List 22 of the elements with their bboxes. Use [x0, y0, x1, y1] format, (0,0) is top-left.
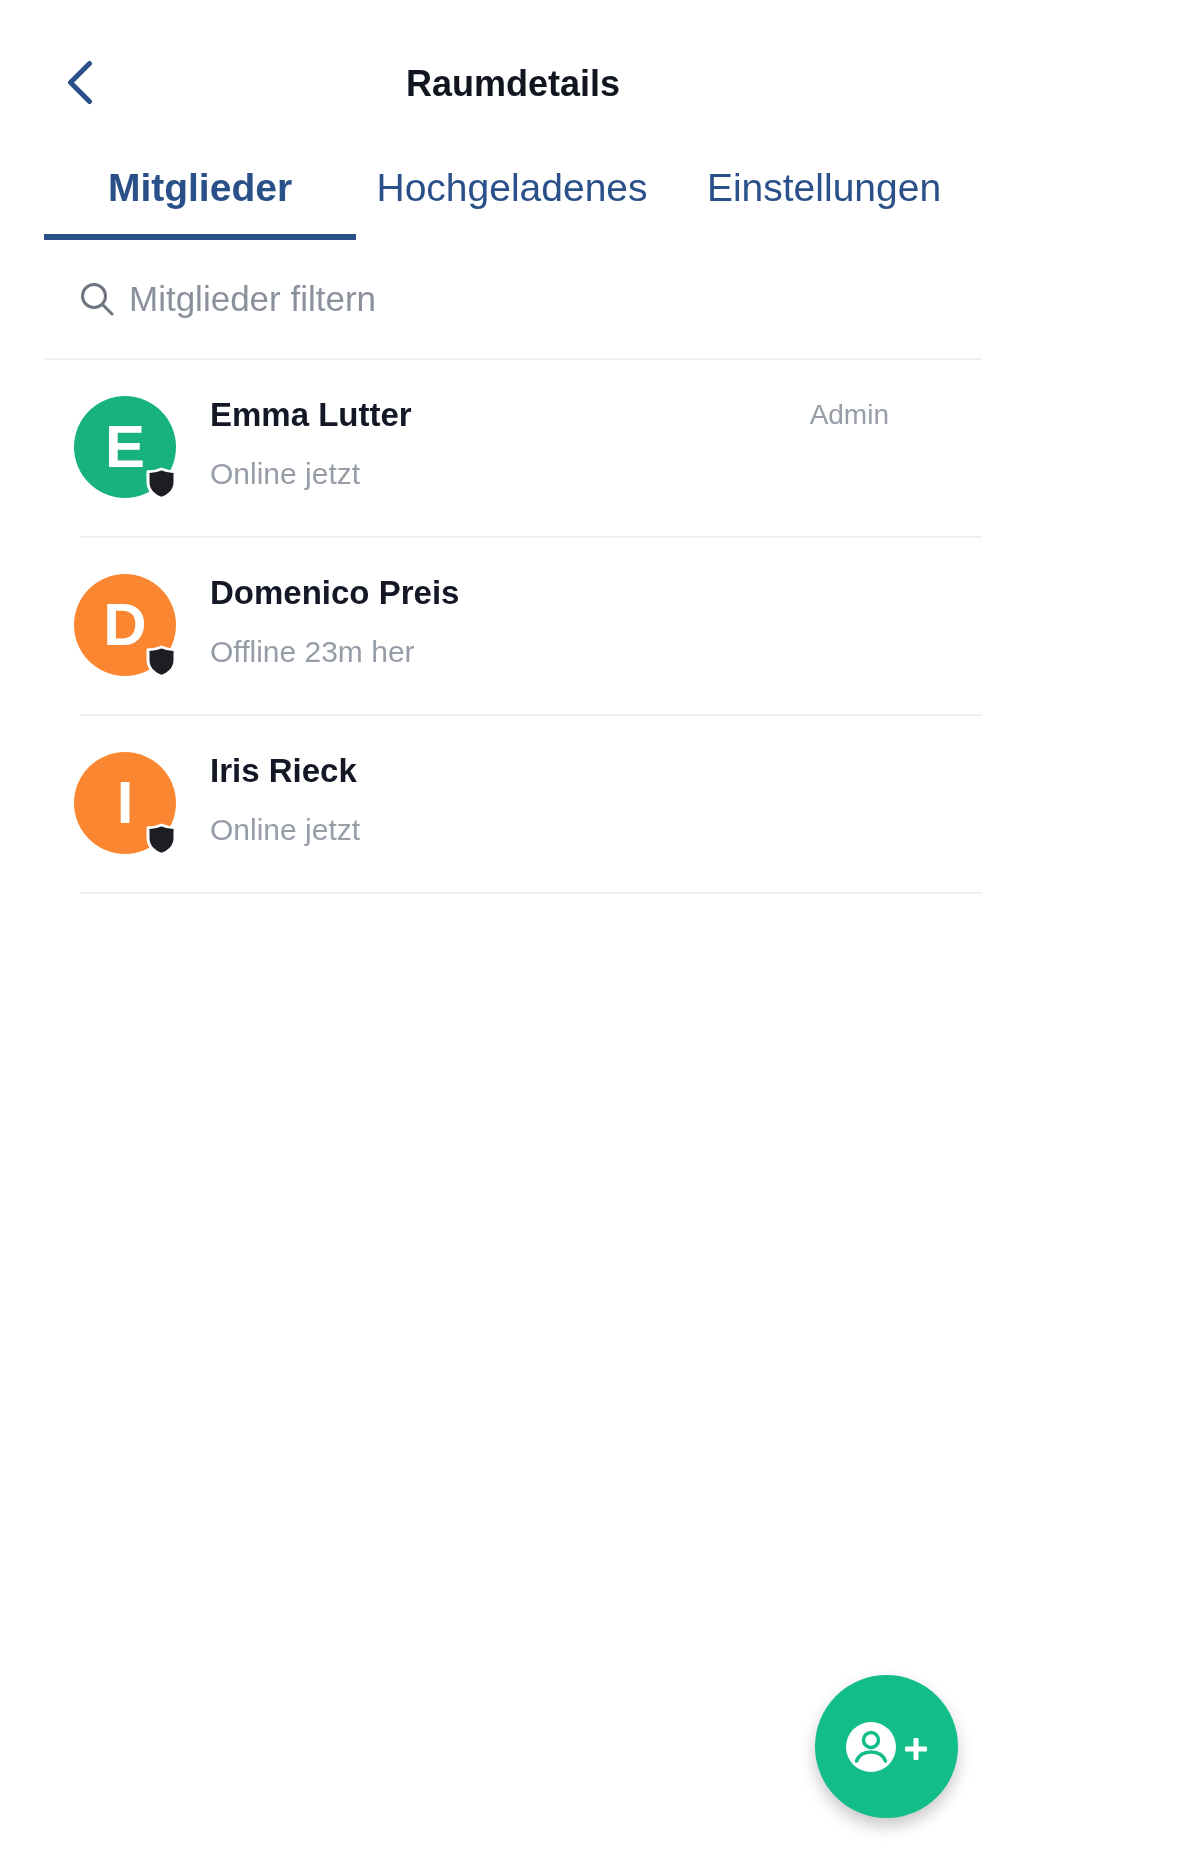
member-name: Iris Rieck — [210, 751, 357, 791]
avatar: D — [74, 574, 176, 676]
member-name: Emma Lutter — [210, 395, 412, 435]
back-chevron-icon — [66, 60, 93, 105]
tab[interactable]: Mitglieder — [44, 108, 356, 240]
shield-icon — [146, 823, 177, 856]
avatar: I — [74, 752, 176, 854]
shield-icon — [146, 467, 177, 500]
search-icon — [80, 282, 114, 316]
avatar: E — [74, 396, 176, 498]
member-status: Online jetzt — [210, 456, 361, 492]
member-status: Online jetzt — [210, 812, 361, 848]
member-name: Domenico Preis — [210, 573, 460, 613]
shield-icon — [146, 645, 177, 678]
search-field[interactable]: Mitglieder filtern — [129, 277, 982, 321]
page-title: Raumdetails — [405, 62, 621, 106]
member-status: Offline 23m her — [210, 634, 415, 670]
role-label: Admin — [809, 398, 889, 432]
add-person-icon — [846, 1721, 927, 1772]
tab[interactable]: Einstellungen — [668, 108, 980, 240]
tab[interactable]: Hochgeladenes — [356, 108, 668, 240]
back-button[interactable] — [66, 60, 93, 105]
